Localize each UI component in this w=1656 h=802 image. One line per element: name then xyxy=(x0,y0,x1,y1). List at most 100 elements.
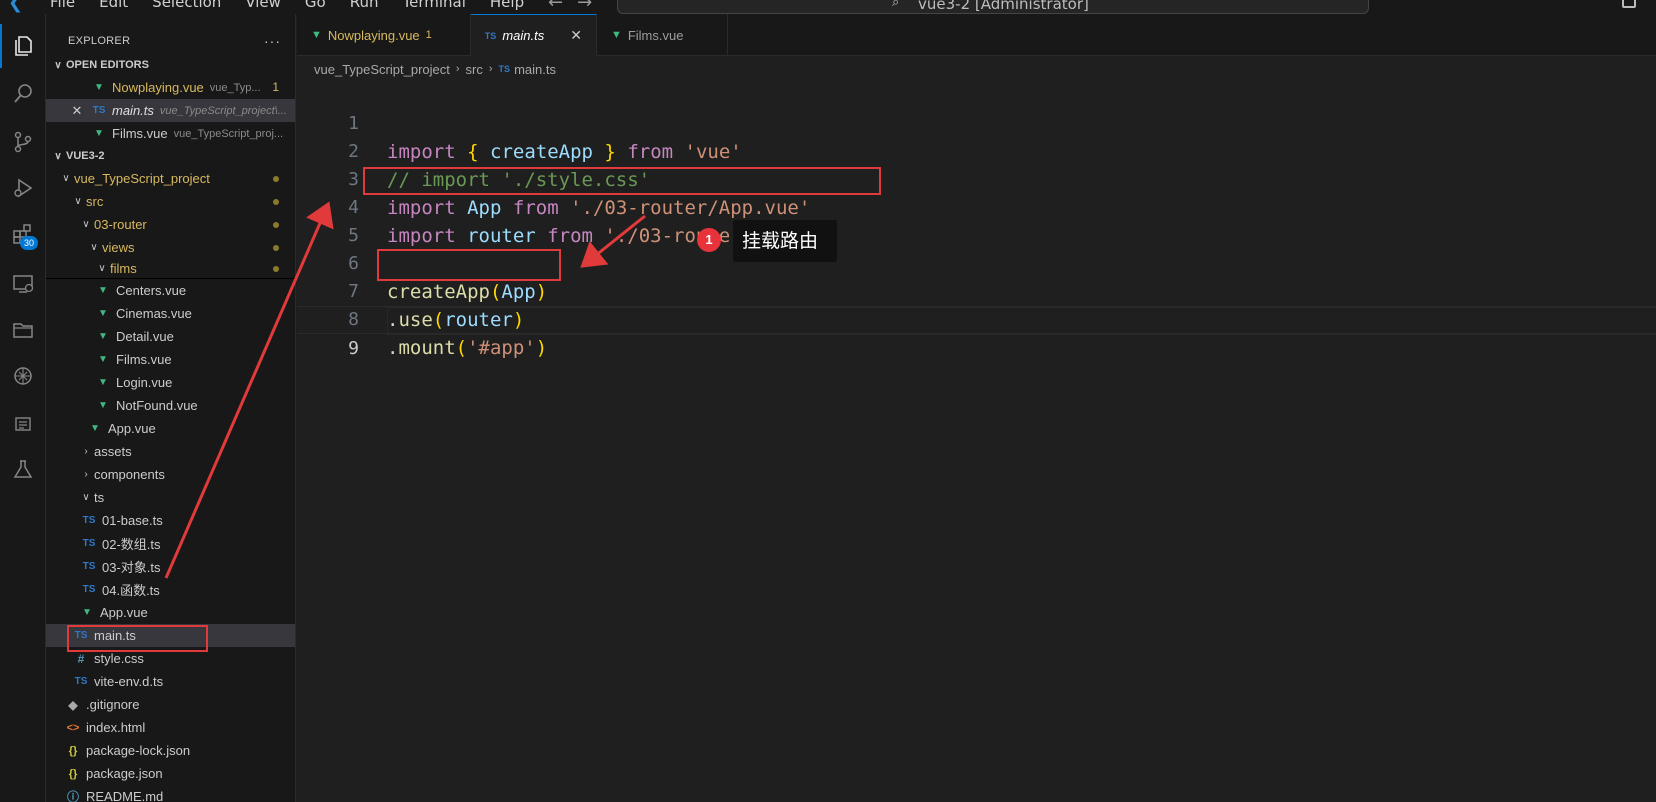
tree-file-readme[interactable]: ⓘ README.md xyxy=(46,785,295,802)
menu-help[interactable]: Help xyxy=(490,0,524,11)
source-control-icon[interactable] xyxy=(0,120,46,164)
css-file-icon: # xyxy=(77,651,85,666)
tree-file-login[interactable]: ▼ Login.vue xyxy=(46,371,295,394)
ts-file-icon: TS xyxy=(484,30,497,41)
vue-file-icon: ▼ xyxy=(94,128,104,139)
code-line-2: 2 // import './style.css' xyxy=(297,110,1656,191)
menu-terminal[interactable]: Terminal xyxy=(403,0,466,11)
callout-label: 挂载路由 xyxy=(733,220,837,262)
tree-file-index-html[interactable]: <> index.html xyxy=(46,716,295,739)
explorer-header: EXPLORER ··· xyxy=(46,28,295,54)
vue-file-icon: ▼ xyxy=(90,423,100,434)
more-actions-icon[interactable]: ··· xyxy=(264,33,281,49)
ts-file-icon: TS xyxy=(82,561,96,572)
workspace-header[interactable]: ∨ VUE3-2 xyxy=(46,145,295,167)
run-debug-icon[interactable] xyxy=(0,166,46,210)
code-editor[interactable]: 1 import { createApp } from 'vue' 2 // i… xyxy=(297,82,1656,359)
vue-file-icon: ▼ xyxy=(94,82,104,93)
title-bar: ❮ File Edit Selection View Go Run Termin… xyxy=(0,0,1656,14)
code-line-9: 9 xyxy=(297,306,1656,359)
tree-folder-03-router[interactable]: ∨ 03-router xyxy=(46,213,295,236)
ts-file-icon: TS xyxy=(92,105,106,116)
menu-selection[interactable]: Selection xyxy=(152,0,221,11)
open-editor-films[interactable]: ▼ Films.vue vue_TypeScript_proj... xyxy=(46,122,295,145)
tree-file-package-json[interactable]: {} package.json xyxy=(46,762,295,785)
vscode-logo-icon: ❮ xyxy=(8,0,24,13)
forward-arrow-icon[interactable]: → xyxy=(577,0,592,13)
modified-dot xyxy=(273,176,279,182)
folder-icon[interactable] xyxy=(0,308,46,352)
tree-file-gitignore[interactable]: ◆ .gitignore xyxy=(46,693,295,716)
vue-file-icon: ▼ xyxy=(98,308,108,319)
open-editor-main-ts[interactable]: ✕ TS main.ts vue_TypeScript_project\... xyxy=(46,99,295,122)
chevron-right-icon: › xyxy=(84,446,88,457)
chevron-down-icon: ∨ xyxy=(98,263,106,274)
command-center-label: vue3-2 [Administrator] xyxy=(918,0,1089,13)
line-number: 9 xyxy=(348,338,359,359)
back-arrow-icon[interactable]: ← xyxy=(548,0,563,13)
ai-assistant-icon[interactable] xyxy=(0,354,46,398)
tab-nowplaying[interactable]: ▼ Nowplaying.vue 1 xyxy=(297,14,471,56)
tree-file-04[interactable]: TS 04.函数.ts xyxy=(46,578,295,601)
json-file-icon: {} xyxy=(68,744,78,757)
ts-file-icon: TS xyxy=(74,630,88,641)
vue-file-icon: ▼ xyxy=(98,400,108,411)
search-icon[interactable] xyxy=(0,72,46,116)
close-icon[interactable]: ✕ xyxy=(570,27,582,44)
menu-run[interactable]: Run xyxy=(350,0,379,11)
menu-edit[interactable]: Edit xyxy=(99,0,128,11)
tree-file-cinemas[interactable]: ▼ Cinemas.vue xyxy=(46,302,295,325)
tree-file-centers[interactable]: ▼ Centers.vue xyxy=(46,279,295,302)
tab-films[interactable]: ▼ Films.vue xyxy=(597,14,729,56)
info-file-icon: ⓘ xyxy=(66,790,79,802)
tab-main-ts[interactable]: TS main.ts ✕ xyxy=(470,14,597,56)
tree-folder-components[interactable]: › components xyxy=(46,463,295,486)
chevron-down-icon: ∨ xyxy=(62,173,70,184)
open-editors-header[interactable]: ∨ OPEN EDITORS xyxy=(46,54,295,76)
list-icon[interactable] xyxy=(0,402,46,446)
ts-file-icon: TS xyxy=(82,584,96,595)
breadcrumb-project[interactable]: vue_TypeScript_project xyxy=(314,62,450,77)
tree-file-01-base[interactable]: TS 01-base.ts xyxy=(46,509,295,532)
tree-folder-project[interactable]: ∨ vue_TypeScript_project xyxy=(46,167,295,190)
code-line-8: 8 .mount('#app') xyxy=(297,278,1656,359)
close-icon[interactable]: ✕ xyxy=(68,103,86,119)
tree-folder-src[interactable]: ∨ src xyxy=(46,190,295,213)
breadcrumb-file[interactable]: main.ts xyxy=(514,62,556,77)
breadcrumb-src[interactable]: src xyxy=(466,62,483,77)
tree-file-detail[interactable]: ▼ Detail.vue xyxy=(46,325,295,348)
remote-explorer-icon[interactable] xyxy=(0,262,46,306)
tree-folder-films[interactable]: ∨ films xyxy=(46,259,295,279)
tree-file-films[interactable]: ▼ Films.vue xyxy=(46,348,295,371)
problem-count-badge: 1 xyxy=(425,29,432,41)
explorer-icon[interactable] xyxy=(0,24,46,68)
menu-bar: File Edit Selection View Go Run Terminal… xyxy=(50,0,548,11)
tree-file-router-app[interactable]: ▼ App.vue xyxy=(46,417,295,440)
menu-go[interactable]: Go xyxy=(305,0,326,11)
json-file-icon: {} xyxy=(68,767,78,780)
modified-dot xyxy=(273,266,279,272)
chevron-down-icon: ∨ xyxy=(90,242,98,253)
open-editor-nowplaying[interactable]: ▼ Nowplaying.vue vue_Typ... 1 xyxy=(46,76,295,99)
tree-file-02[interactable]: TS 02-数组.ts xyxy=(46,532,295,555)
tree-file-main-ts[interactable]: TS main.ts xyxy=(46,624,295,647)
tree-folder-assets[interactable]: › assets xyxy=(46,440,295,463)
layout-toggle-icon[interactable] xyxy=(1622,0,1636,8)
tree-file-style-css[interactable]: # style.css xyxy=(46,647,295,670)
command-center[interactable]: ⌕ vue3-2 [Administrator] xyxy=(617,0,1369,14)
tree-file-vite-env[interactable]: TS vite-env.d.ts xyxy=(46,670,295,693)
ts-file-icon: TS xyxy=(74,676,88,687)
tree-file-package-lock[interactable]: {} package-lock.json xyxy=(46,739,295,762)
testing-icon[interactable] xyxy=(0,448,46,492)
tree-folder-ts[interactable]: ∨ ts xyxy=(46,486,295,509)
tree-folder-views[interactable]: ∨ views xyxy=(46,236,295,259)
extensions-icon[interactable]: 30 xyxy=(0,212,46,256)
code-line-5: 5 xyxy=(297,194,1656,246)
chevron-right-icon: › xyxy=(455,63,460,75)
menu-view[interactable]: View xyxy=(245,0,281,11)
menu-file[interactable]: File xyxy=(50,0,75,11)
chevron-right-icon: › xyxy=(84,469,88,480)
tree-file-notfound[interactable]: ▼ NotFound.vue xyxy=(46,394,295,417)
tree-file-src-app[interactable]: ▼ App.vue xyxy=(46,601,295,624)
tree-file-03[interactable]: TS 03-对象.ts xyxy=(46,555,295,578)
